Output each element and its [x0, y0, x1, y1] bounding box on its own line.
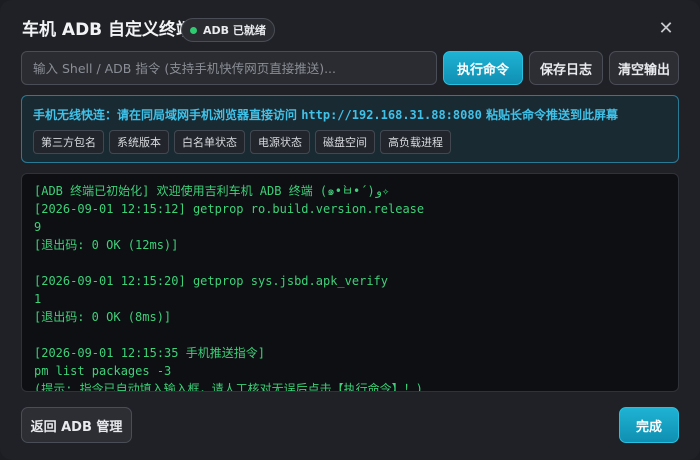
- back-to-adb-button[interactable]: 返回 ADB 管理: [21, 407, 132, 443]
- tip-suffix: 粘贴长命令推送到此屏幕: [481, 108, 618, 122]
- command-input[interactable]: [21, 51, 437, 85]
- wireless-tip-panel: 手机无线快连：请在同局域网手机浏览器直接访问 http://192.168.31…: [21, 95, 679, 163]
- adb-status-label: ADB 已就绪: [203, 24, 266, 37]
- close-icon[interactable]: ✕: [654, 18, 678, 42]
- console-line: [2026-09-01 12:15:12] getprop ro.build.v…: [34, 202, 425, 216]
- clear-output-button[interactable]: 清空输出: [609, 51, 679, 85]
- console-line: (提示: 指令已自动填入输入框，请人工核对无误后点击【执行命令】！): [34, 382, 423, 392]
- chip-high-load-processes[interactable]: 高负载进程: [380, 130, 451, 154]
- chip-system-version[interactable]: 系统版本: [109, 130, 169, 154]
- tip-url: http://192.168.31.88:8080: [301, 108, 482, 122]
- save-log-button[interactable]: 保存日志: [529, 51, 603, 85]
- console-line: [2026-09-01 12:15:20] getprop sys.jsbd.a…: [34, 274, 389, 288]
- dialog-header: 车机 ADB 自定义终端 ADB 已就绪 ✕: [22, 18, 684, 42]
- console-line: 1: [34, 292, 42, 306]
- execute-button[interactable]: 执行命令: [443, 51, 523, 85]
- chip-third-party-packages[interactable]: 第三方包名: [33, 130, 104, 154]
- tip-prefix: 手机无线快连：请在同局域网手机浏览器直接访问: [33, 108, 302, 122]
- console-line: [2026-09-01 12:15:35 手机推送指令]: [34, 346, 265, 360]
- chip-disk-space[interactable]: 磁盘空间: [315, 130, 375, 154]
- chip-whitelist-status[interactable]: 白名单状态: [174, 130, 245, 154]
- adb-terminal-dialog: 车机 ADB 自定义终端 ADB 已就绪 ✕ 执行命令 保存日志 清空输出 手机…: [0, 0, 700, 460]
- console-output[interactable]: [ADB 终端已初始化] 欢迎使用吉利车机 ADB 终端 (๑•̀ㅂ•́)و✧ …: [21, 173, 679, 392]
- wireless-tip-text: 手机无线快连：请在同局域网手机浏览器直接访问 http://192.168.31…: [33, 106, 618, 123]
- console-line: [ADB 终端已初始化] 欢迎使用吉利车机 ADB 终端 (๑•̀ㅂ•́)و✧: [34, 184, 390, 198]
- console-line: [退出码: 0 OK (8ms)]: [34, 310, 172, 324]
- console-line: 9: [34, 220, 42, 234]
- dialog-title: 车机 ADB 自定义终端: [22, 20, 194, 40]
- status-dot-icon: [190, 26, 197, 34]
- console-line: [退出码: 0 OK (12ms)]: [34, 238, 179, 252]
- chip-power-status[interactable]: 电源状态: [250, 130, 310, 154]
- command-row: 执行命令 保存日志 清空输出: [21, 51, 679, 85]
- done-button[interactable]: 完成: [619, 407, 679, 443]
- quick-command-chips: 第三方包名 系统版本 白名单状态 电源状态 磁盘空间 高负载进程: [33, 130, 451, 154]
- console-line: pm list packages -3: [34, 364, 172, 378]
- adb-status-badge: ADB 已就绪: [181, 18, 275, 42]
